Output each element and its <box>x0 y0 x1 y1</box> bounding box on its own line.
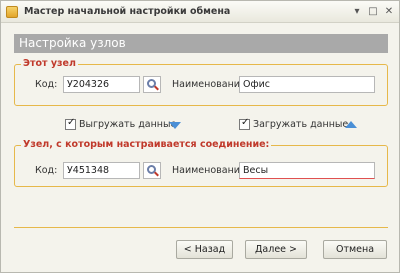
export-data-checkbox[interactable]: ✓ <box>65 117 76 130</box>
this-node-code-field[interactable]: У204326 <box>63 76 140 93</box>
back-button[interactable]: < Назад <box>176 240 233 259</box>
remote-node-code-label: Код: <box>35 165 58 176</box>
close-icon[interactable]: ✕ <box>381 4 397 19</box>
window-title: Мастер начальной настройки обмена <box>24 6 231 17</box>
footer-divider <box>14 227 388 228</box>
export-data-label: Выгружать данные <box>79 119 177 130</box>
maximize-icon[interactable]: □ <box>365 4 381 19</box>
section-header: Настройка узлов <box>14 34 388 53</box>
arrow-down-icon <box>169 122 181 129</box>
this-node-group: Этот узел Код: У204326 Наименование: Офи… <box>14 58 388 106</box>
page-title: Настройка узлов <box>19 36 126 50</box>
checkmark-icon: ✓ <box>67 117 76 128</box>
cancel-button[interactable]: Отмена <box>323 240 387 259</box>
import-data-checkbox[interactable]: ✓ <box>239 117 250 130</box>
remote-node-code-select-button[interactable] <box>143 162 161 179</box>
this-node-name-label: Наименование: <box>172 79 250 90</box>
import-data-label: Загружать данные <box>253 119 349 130</box>
remote-node-name-label: Наименование: <box>172 165 250 176</box>
magnifier-handle-icon <box>154 85 159 91</box>
menu-chevron-icon[interactable]: ▾ <box>349 4 365 19</box>
remote-node-group: Узел, с которым настраивается соединение… <box>14 139 388 187</box>
next-button[interactable]: Далее > <box>245 240 307 259</box>
remote-node-legend: Узел, с которым настраивается соединение… <box>21 139 272 150</box>
app-icon <box>6 6 18 18</box>
title-bar[interactable]: Мастер начальной настройки обмена ▾ □ ✕ <box>1 1 399 23</box>
remote-node-name-field[interactable]: Весы <box>239 162 375 179</box>
this-node-legend: Этот узел <box>21 58 78 69</box>
remote-node-code-field[interactable]: У451348 <box>63 162 140 179</box>
wizard-window: Мастер начальной настройки обмена ▾ □ ✕ … <box>0 0 400 273</box>
this-node-name-field[interactable]: Офис <box>239 76 375 93</box>
arrow-up-icon <box>345 121 357 128</box>
this-node-code-select-button[interactable] <box>143 76 161 93</box>
magnifier-handle-icon <box>154 171 159 177</box>
this-node-code-label: Код: <box>35 79 58 90</box>
checkmark-icon: ✓ <box>241 117 250 128</box>
